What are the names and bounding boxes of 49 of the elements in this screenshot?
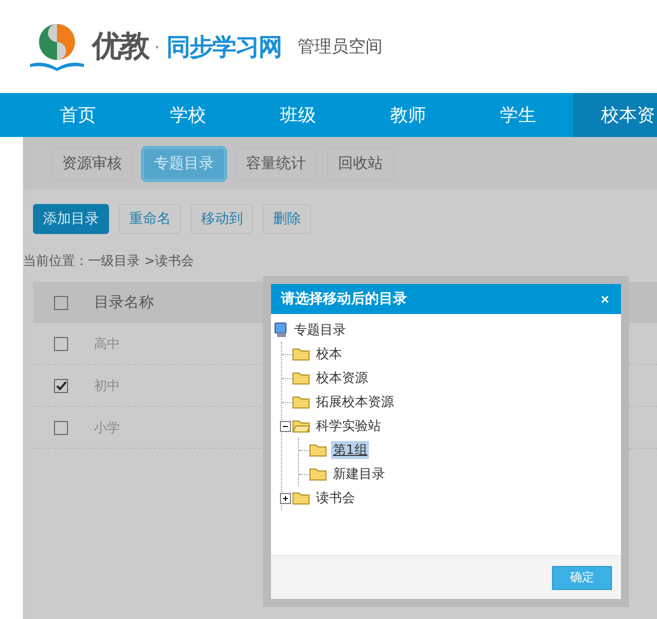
folder-icon [292,419,310,433]
nav-tab[interactable]: 学生 [463,93,573,137]
action-button[interactable]: 移动到 [191,204,253,234]
sub-tab[interactable]: 资源审核 [51,148,133,180]
logo-separator: · [154,34,160,58]
checkbox[interactable] [54,420,68,434]
table-cell-text: 高中 [94,336,120,352]
collapse-toggle[interactable] [280,420,291,432]
computer-icon [274,322,288,338]
breadcrumb: 当前位置：一级目录 >读书会 [23,253,194,270]
dialog-title: 请选择移动后的目录 [281,290,407,308]
action-button[interactable]: 添加目录 [33,204,109,234]
checkbox[interactable] [54,378,68,392]
tree-item[interactable]: 拓展校本资源 [314,393,396,411]
folder-icon [292,371,310,385]
nav-tab[interactable]: 学校 [133,93,243,137]
nav-tab[interactable]: 校本资 [573,93,657,137]
table-cell-text: 小学 [94,420,120,436]
tree-item[interactable]: 读书会 [314,489,357,507]
logo-text: 优教 [92,28,148,66]
folder-icon [292,491,310,505]
tree-item[interactable]: 校本 [314,345,344,363]
expand-toggle[interactable] [280,492,291,504]
sub-tab[interactable]: 容量统计 [235,148,317,180]
close-button[interactable]: × [598,291,611,307]
tree-item[interactable]: 第1组 [331,441,370,459]
nav-tab[interactable]: 首页 [23,93,133,137]
folder-icon [292,347,310,361]
site-subtitle: 管理员空间 [297,36,382,58]
table-cell-text: 初中 [94,378,120,394]
folder-icon [309,443,327,457]
action-button[interactable]: 重命名 [119,204,181,234]
logo-brand: 同步学习网 [166,32,282,62]
folder-icon [292,395,310,409]
checkbox[interactable] [54,296,68,310]
sub-tab[interactable]: 回收站 [327,148,394,180]
action-button[interactable]: 删除 [263,204,311,234]
tree-item[interactable]: 新建目录 [331,465,387,483]
nav-tab[interactable]: 教师 [353,93,463,137]
sub-tab[interactable]: 专题目录 [143,148,225,180]
logo-icon [28,22,86,72]
tree-item[interactable]: 科学实验站 [314,417,383,435]
tree-item[interactable]: 校本资源 [314,369,370,387]
tree-root[interactable]: 专题目录 [292,321,348,339]
column-header: 目录名称 [94,293,154,312]
checkbox[interactable] [54,336,68,350]
ok-button[interactable]: 确定 [552,566,612,590]
folder-icon [309,467,327,481]
nav-tab[interactable]: 班级 [243,93,353,137]
